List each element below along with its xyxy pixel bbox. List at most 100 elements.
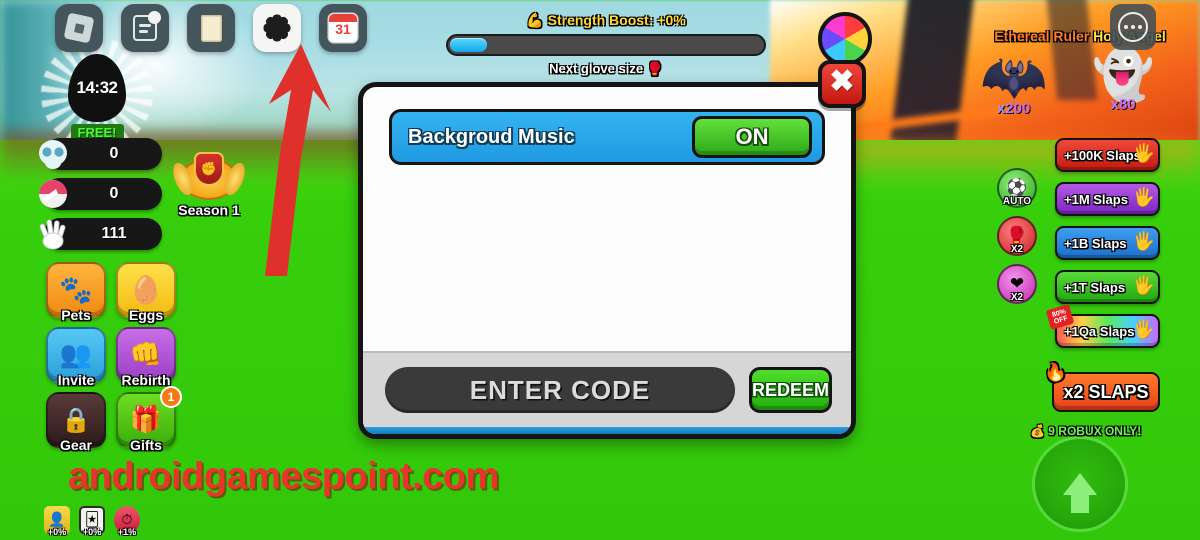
close-icon[interactable]: ✖: [818, 60, 866, 108]
slap-label-1qa: +1Qa Slaps: [1064, 323, 1135, 339]
stat-rebirth: 0: [39, 178, 162, 210]
stat-skull: 0: [39, 138, 162, 170]
player-buff-icon: 👤 +0%: [44, 506, 70, 537]
notes-badge-icon: [148, 11, 161, 24]
egg-timer-value: 14:32: [76, 78, 118, 97]
settings-modal-body: Backgroud Music ON: [363, 87, 851, 351]
strength-boost-title: 💪 Strength Boost: +0%: [526, 12, 686, 28]
strength-boost-bar: [446, 34, 766, 56]
upgrade-button[interactable]: [1032, 436, 1128, 532]
left-menu-grid: 🐾 Pets 🥚 Eggs 👥 Invite 👊 Rebirth 🔒 Gear …: [46, 262, 182, 453]
enter-code-input[interactable]: [385, 367, 735, 413]
color-wheel-icon[interactable]: [818, 12, 872, 66]
robux-price-label: 💰 9 ROBUX ONLY!: [1030, 424, 1142, 438]
friends-icon: 👥: [59, 340, 93, 370]
player-buff-glyph: 👤: [48, 512, 66, 528]
x2-slaps-button[interactable]: 🔥 x2 SLAPS: [1042, 360, 1160, 412]
background-music-toggle[interactable]: ON: [692, 116, 812, 158]
slap-label-1b: +1B Slaps: [1064, 235, 1127, 251]
menu-button-gear[interactable]: 🔒 Gear: [46, 392, 106, 453]
card-buff-glyph: 🃏: [84, 512, 100, 528]
season-emblem: ✊: [196, 154, 222, 184]
stat-slaps: 111: [39, 218, 162, 250]
pet-ethereal-ruler: 🦇 x200: [980, 45, 1048, 118]
powerup-auto[interactable]: ⚽ AUTO: [997, 168, 1037, 208]
free-egg-timer[interactable]: 14:32 FREE!: [41, 37, 153, 150]
menu-label-eggs: Eggs: [128, 307, 164, 323]
rebirth-ball-icon: [34, 175, 72, 213]
season-badge[interactable]: ✊ Season 1: [170, 152, 248, 218]
slap-shop-list: +100K Slaps 🖐 +1M Slaps 🖐 +1B Slaps 🖐 +1…: [1045, 138, 1160, 348]
slap-button-1qa[interactable]: 80% OFF +1Qa Slaps 🖐: [1045, 304, 1160, 348]
background-music-toggle-state: ON: [735, 124, 769, 149]
strength-boost-hud: 💪 Strength Boost: +0% Next glove size 🥊: [446, 12, 766, 77]
card-buff-percent: +0%: [82, 527, 102, 537]
menu-label-pets: Pets: [61, 307, 91, 323]
menu-button-gifts[interactable]: 🎁 1 Gifts: [116, 386, 182, 453]
egg-icon: 🥚: [129, 275, 163, 306]
menu-button-eggs[interactable]: 🥚 Eggs: [116, 262, 176, 323]
holy-angel-icon: 👻: [1092, 46, 1155, 104]
setting-label-background-music: Backgroud Music: [408, 125, 575, 148]
strength-boost-fill: [450, 38, 488, 52]
x2-slaps-label: x2 SLAPS: [1063, 381, 1149, 402]
powerup-double-heart[interactable]: ❤ X2: [997, 264, 1037, 304]
calendar-day-label: 31: [335, 21, 351, 37]
glove-icon: [34, 215, 72, 253]
auto-icon: ⚽: [1006, 178, 1028, 198]
slap-button-1t[interactable]: +1T Slaps 🖐: [1055, 270, 1160, 304]
player-stats: 0 0 111: [39, 138, 162, 250]
roblox-icon: [63, 12, 95, 44]
powerup-double-slap[interactable]: 🥊 X2: [997, 216, 1037, 256]
close-glyph: ✖: [829, 65, 855, 98]
slap-label-1t: +1T Slaps: [1064, 279, 1126, 295]
powerup-list: ⚽ AUTO 🥊 X2 ❤ X2: [997, 168, 1037, 304]
more-options-dots: [1118, 12, 1148, 42]
menu-label-invite: Invite: [57, 372, 95, 388]
gifts-notification-badge: 1: [160, 386, 182, 408]
menu-button-pets[interactable]: 🐾 Pets: [46, 262, 106, 323]
clock-buff-percent: +1%: [117, 527, 137, 537]
double-heart-icon: ❤: [1009, 274, 1025, 294]
slap-label-100k: +100K Slaps: [1064, 147, 1141, 163]
settings-modal-footer: REDEEM: [363, 351, 851, 427]
pet-multiplier-ethereal-ruler: x200: [980, 100, 1047, 117]
menu-label-gear: Gear: [60, 437, 92, 453]
powerup-double-slap-tag: X2: [1010, 244, 1024, 255]
redeem-button[interactable]: REDEEM: [749, 367, 833, 413]
up-arrow-icon: [1063, 473, 1097, 513]
document-icon: [200, 14, 222, 42]
site-watermark: androidgamespoint.com: [68, 455, 499, 498]
buff-indicators: 👤 +0% 🃏 +0% ⏱ +1%: [44, 506, 140, 537]
more-options-icon[interactable]: [1110, 4, 1156, 50]
slap-button-1m[interactable]: +1M Slaps 🖐: [1055, 182, 1160, 216]
gift-icon: 🎁: [129, 405, 163, 435]
menu-label-gifts: Gifts: [130, 437, 162, 453]
menu-button-invite[interactable]: 👥 Invite: [46, 327, 106, 388]
document-app-icon[interactable]: [187, 4, 235, 52]
season-medal-icon: ✊: [180, 152, 238, 204]
next-glove-size-label: Next glove size 🥊: [549, 61, 663, 76]
clock-buff-glyph: ⏱: [121, 512, 133, 528]
pet-names-row: Ethereal Ruler Holy Angel: [960, 28, 1200, 44]
paw-icon: 🐾: [59, 275, 93, 306]
glove-icon: 🖐: [1132, 187, 1155, 208]
notes-app-icon[interactable]: [121, 4, 169, 52]
card-buff-icon: 🃏 +0%: [79, 506, 105, 537]
glove-icon: 🖐: [1132, 319, 1155, 340]
slap-button-100k[interactable]: +100K Slaps 🖐: [1055, 138, 1160, 172]
season-label: Season 1: [178, 202, 240, 218]
glove-icon: 🖐: [1132, 143, 1155, 164]
menu-label-rebirth: Rebirth: [121, 372, 171, 388]
ethereal-ruler-icon: 🦇: [980, 45, 1048, 108]
skull-icon: [34, 135, 72, 173]
rebirth-icon: 👊: [129, 340, 163, 370]
lock-shirt-icon: 🔒: [61, 406, 91, 434]
powerup-auto-tag: AUTO: [1002, 196, 1032, 207]
pet-name-ethereal-ruler: Ethereal Ruler: [994, 28, 1090, 44]
double-slap-icon: 🥊: [1006, 226, 1028, 246]
pet-holy-angel: 👻 x80: [1092, 50, 1154, 113]
menu-button-rebirth[interactable]: 👊 Rebirth: [116, 327, 176, 388]
slap-button-1b[interactable]: +1B Slaps 🖐: [1055, 226, 1160, 260]
roblox-app-icon[interactable]: [55, 4, 103, 52]
